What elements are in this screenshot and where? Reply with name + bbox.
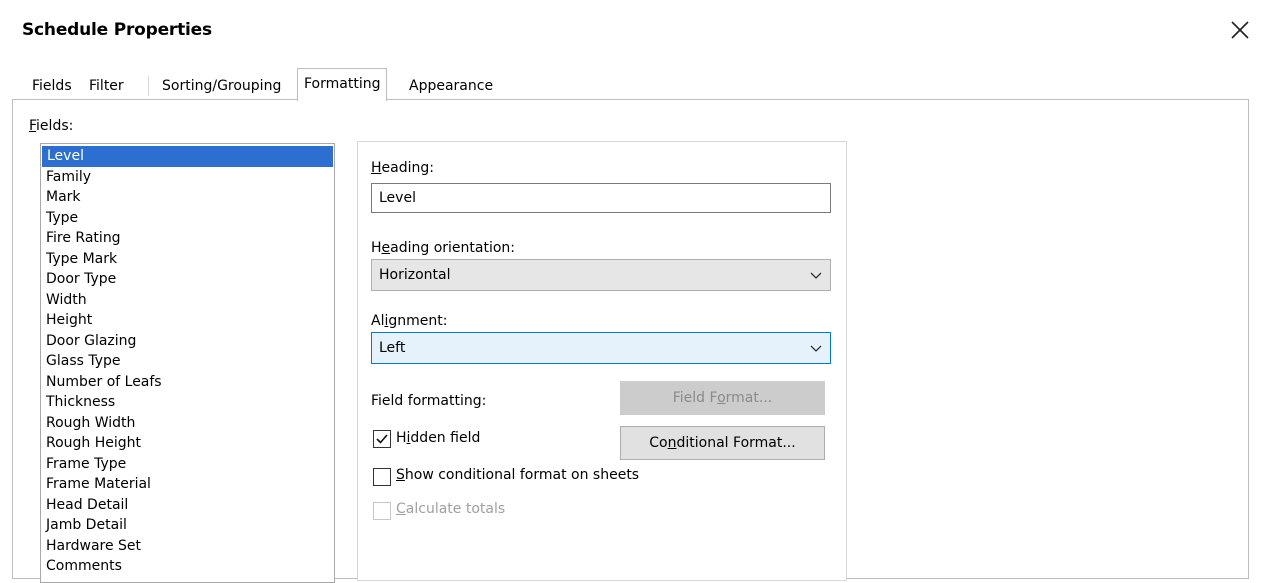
list-item[interactable]: Fire Rating: [41, 228, 334, 249]
list-item[interactable]: Comments: [41, 556, 334, 577]
chevron-down-icon: [810, 272, 822, 279]
tab-filter[interactable]: Filter: [82, 73, 131, 99]
tab-sorting-grouping[interactable]: Sorting/Grouping: [155, 73, 288, 99]
heading-input[interactable]: Level: [371, 183, 831, 213]
heading-orientation-select[interactable]: Horizontal: [371, 259, 831, 291]
list-item[interactable]: Height: [41, 310, 334, 331]
alignment-value: Left: [379, 340, 406, 356]
list-item[interactable]: Thickness: [41, 392, 334, 413]
list-item[interactable]: Type Mark: [41, 249, 334, 270]
list-item[interactable]: Width: [41, 290, 334, 311]
tab-appearance[interactable]: Appearance: [402, 73, 500, 99]
list-item[interactable]: Door Glazing: [41, 331, 334, 352]
calculate-totals-label: Calculate totals: [396, 501, 506, 517]
conditional-format-button[interactable]: Conditional Format...: [620, 426, 825, 460]
show-conditional-format-checkbox[interactable]: [373, 468, 391, 486]
list-item[interactable]: Jamb Detail: [41, 515, 334, 536]
list-item[interactable]: Head Detail: [41, 495, 334, 516]
tab-formatting[interactable]: Formatting: [297, 68, 388, 101]
heading-orientation-value: Horizontal: [379, 267, 451, 283]
fields-listbox[interactable]: Level Family Mark Type Fire Rating Type Mark D…: [40, 143, 335, 583]
list-item[interactable]: Frame Type: [41, 454, 334, 475]
show-conditional-format-label: Show conditional format on sheets: [396, 467, 640, 483]
list-item[interactable]: Level: [42, 146, 333, 167]
list-item[interactable]: Family: [41, 167, 334, 188]
alignment-select[interactable]: Left: [371, 332, 831, 364]
calculate-totals-checkbox[interactable]: [373, 502, 391, 520]
close-icon[interactable]: [1228, 18, 1252, 42]
list-item[interactable]: Mark: [41, 187, 334, 208]
tab-fields[interactable]: Fields: [25, 73, 79, 99]
heading-orientation-label: Heading orientation:: [371, 240, 516, 256]
heading-label: Heading:: [371, 160, 434, 176]
tab-strip: Fields Filter Sorting/Grouping Formattin…: [12, 64, 1261, 101]
list-item[interactable]: Number of Leafs: [41, 372, 334, 393]
field-format-button[interactable]: Field Format...: [620, 381, 825, 415]
checkmark-icon: [376, 434, 388, 444]
tab-separator: [148, 76, 149, 96]
list-item[interactable]: Type: [41, 208, 334, 229]
field-formatting-label: Field formatting:: [371, 393, 487, 409]
chevron-down-icon: [810, 345, 822, 352]
list-item[interactable]: Frame Material: [41, 474, 334, 495]
list-item[interactable]: Rough Height: [41, 433, 334, 454]
list-item[interactable]: Rough Width: [41, 413, 334, 434]
alignment-label: Alignment:: [371, 313, 448, 329]
list-item[interactable]: Door Type: [41, 269, 334, 290]
list-item[interactable]: Glass Type: [41, 351, 334, 372]
hidden-field-checkbox[interactable]: [373, 430, 391, 448]
fields-label: Fields:: [29, 118, 74, 134]
list-item[interactable]: Hardware Set: [41, 536, 334, 557]
dialog-title: Schedule Properties: [22, 20, 212, 40]
hidden-field-label: Hidden field: [396, 430, 481, 446]
title-bar: Schedule Properties: [0, 0, 1261, 64]
